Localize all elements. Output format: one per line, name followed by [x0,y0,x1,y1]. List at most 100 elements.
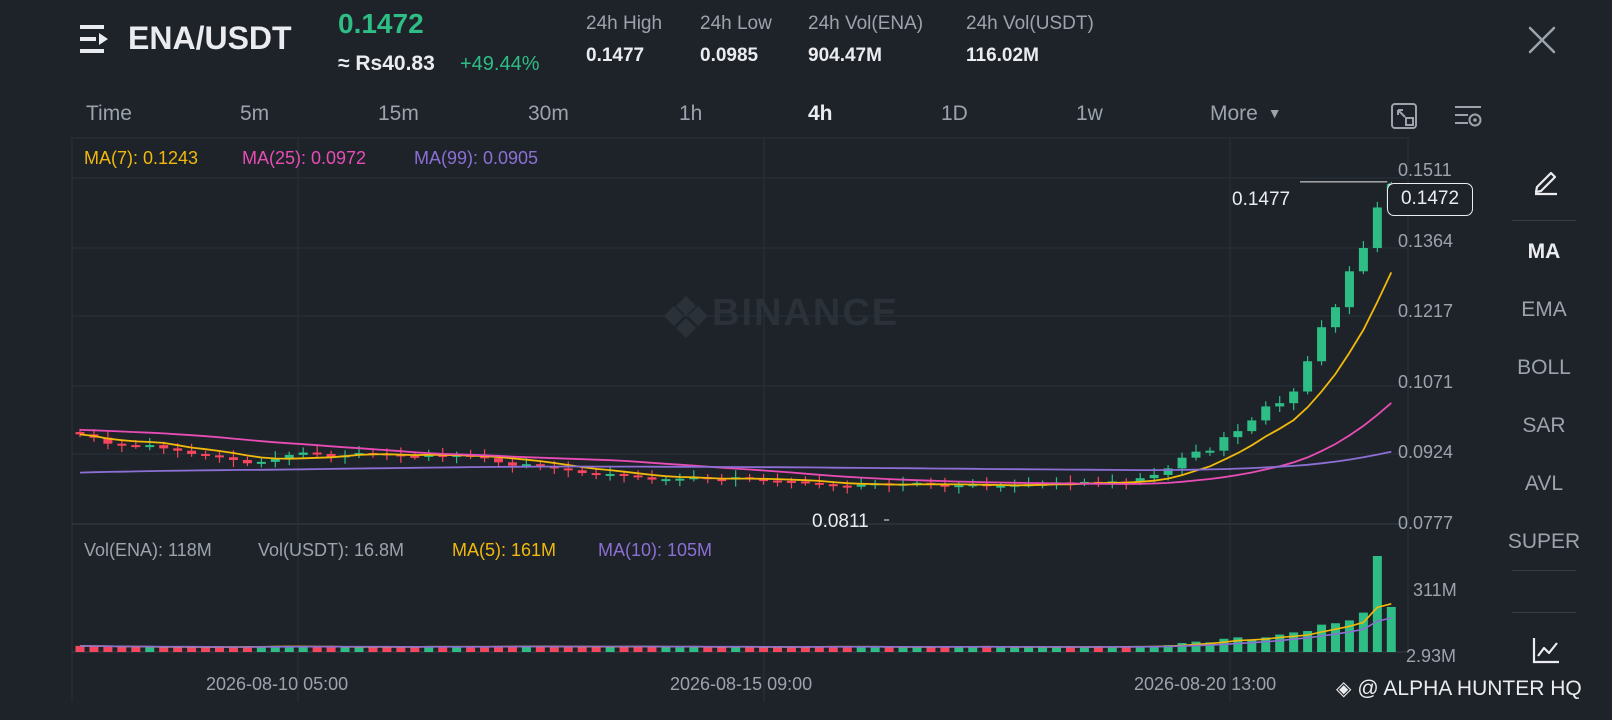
indicator-ema[interactable]: EMA [1476,298,1612,322]
volume-bar [605,646,615,652]
candle-up [675,478,685,481]
candle-down [159,445,169,449]
volume-axis-label: 2.93M [1406,646,1457,666]
indicator-avl[interactable]: AVL [1476,472,1612,496]
volume-bar [870,646,880,652]
candle-down [187,450,197,454]
candle-up [661,479,671,482]
candle-up [1275,403,1285,407]
price-axis-label: 0.1217 [1398,301,1454,321]
candle-down [647,477,657,480]
candle-down [312,452,322,455]
vol-ma5-legend: MA(5): 161M [452,540,557,560]
candle-down [814,482,824,485]
attribution-text: @ ALPHA HUNTER HQ [1357,677,1582,700]
candle-down [410,455,420,458]
volume-bar [75,645,85,652]
candle-up [1289,391,1299,404]
indicator-super[interactable]: SUPER [1476,530,1612,554]
indicator-sar[interactable]: SAR [1476,414,1612,438]
time-axis-label: 2026-08-10 05:00 [206,674,349,694]
volume-ma-lines [79,603,1392,648]
volume-bar [1247,639,1257,652]
volume-axis-label: 311M [1413,580,1457,600]
candle-down [591,473,601,476]
volume-bar [117,646,127,652]
volume-bar [549,646,559,652]
candle-down [201,453,211,456]
volume-bar [1191,641,1201,652]
watermark-logo-icon [664,296,708,338]
candlestick-chart[interactable] [0,0,1612,720]
panel-divider [1512,220,1576,221]
volume-bar [745,646,755,652]
candle-up [1205,450,1215,453]
candle-up [954,485,964,488]
candle-up [1247,420,1257,432]
panel-divider [1512,612,1576,613]
volume-bar [675,646,685,652]
candle-up [1358,248,1368,272]
ma7-legend: MA(7): 0.1243 [84,148,199,168]
candle-up [1191,451,1201,458]
pencil-draw-icon[interactable] [1530,164,1562,196]
candle-up [1331,307,1340,328]
price-axis-label: 0.1511 [1398,160,1452,180]
candle-down [619,473,629,476]
candle-down [242,460,252,464]
volume-bar [89,646,99,652]
candle-up [1149,474,1159,479]
volume-bar [312,646,322,652]
volume-bar [159,647,169,652]
volume-bar [340,646,350,652]
candle-up [1303,361,1313,392]
volume-bar [103,646,113,652]
candle-down [563,468,573,471]
candle-up [605,473,615,476]
volume-bar [703,646,713,652]
candle-up [1261,406,1271,421]
current-price-tag: 0.1472 [1387,183,1473,216]
candle-down [228,457,238,461]
volume-bar [452,646,462,652]
indicator-ma[interactable]: MA [1476,240,1612,264]
price-axis-label: 0.1071 [1398,372,1454,392]
vol-ma5-line [79,603,1392,648]
candles [75,181,1396,494]
attribution: ◈ @ ALPHA HUNTER HQ [1336,676,1582,701]
candle-up [1344,271,1354,308]
candle-up [1372,207,1382,249]
volume-bar [1219,638,1229,652]
candle-down [117,443,127,446]
volume-bar [996,646,1006,652]
candle-down [786,480,796,483]
volume-bar [1372,556,1382,652]
price-axis-label: 0.1364 [1398,231,1454,251]
candle-down [633,475,643,478]
volume-bar [1233,637,1243,652]
vol-usdt-legend: Vol(USDT): 16.8M [258,540,405,560]
candle-up [1317,327,1327,362]
indicator-boll[interactable]: BOLL [1476,356,1612,380]
candle-down [842,485,852,488]
candle-up [256,461,266,464]
volume-bar [298,646,308,652]
candle-down [828,484,838,487]
candle-down [131,445,141,448]
candle-down [800,481,810,484]
candle-down [173,448,183,451]
price-axis-label: 0.0777 [1398,513,1454,533]
candle-down [577,470,587,474]
line-chart-icon[interactable] [1530,634,1562,666]
low-marker-label: 0.0811 [812,511,869,532]
candle-up [298,452,308,455]
chart-grid [71,137,1409,702]
volume-bar [1177,643,1187,652]
candle-up [284,454,294,459]
price-axis-label: 0.0924 [1398,442,1454,462]
panel-divider [1512,570,1576,571]
watermark-text: BINANCE [712,292,900,334]
candle-up [1233,431,1243,438]
high-marker-label: 0.1477 [1232,189,1291,210]
chart-frame [71,137,1409,653]
